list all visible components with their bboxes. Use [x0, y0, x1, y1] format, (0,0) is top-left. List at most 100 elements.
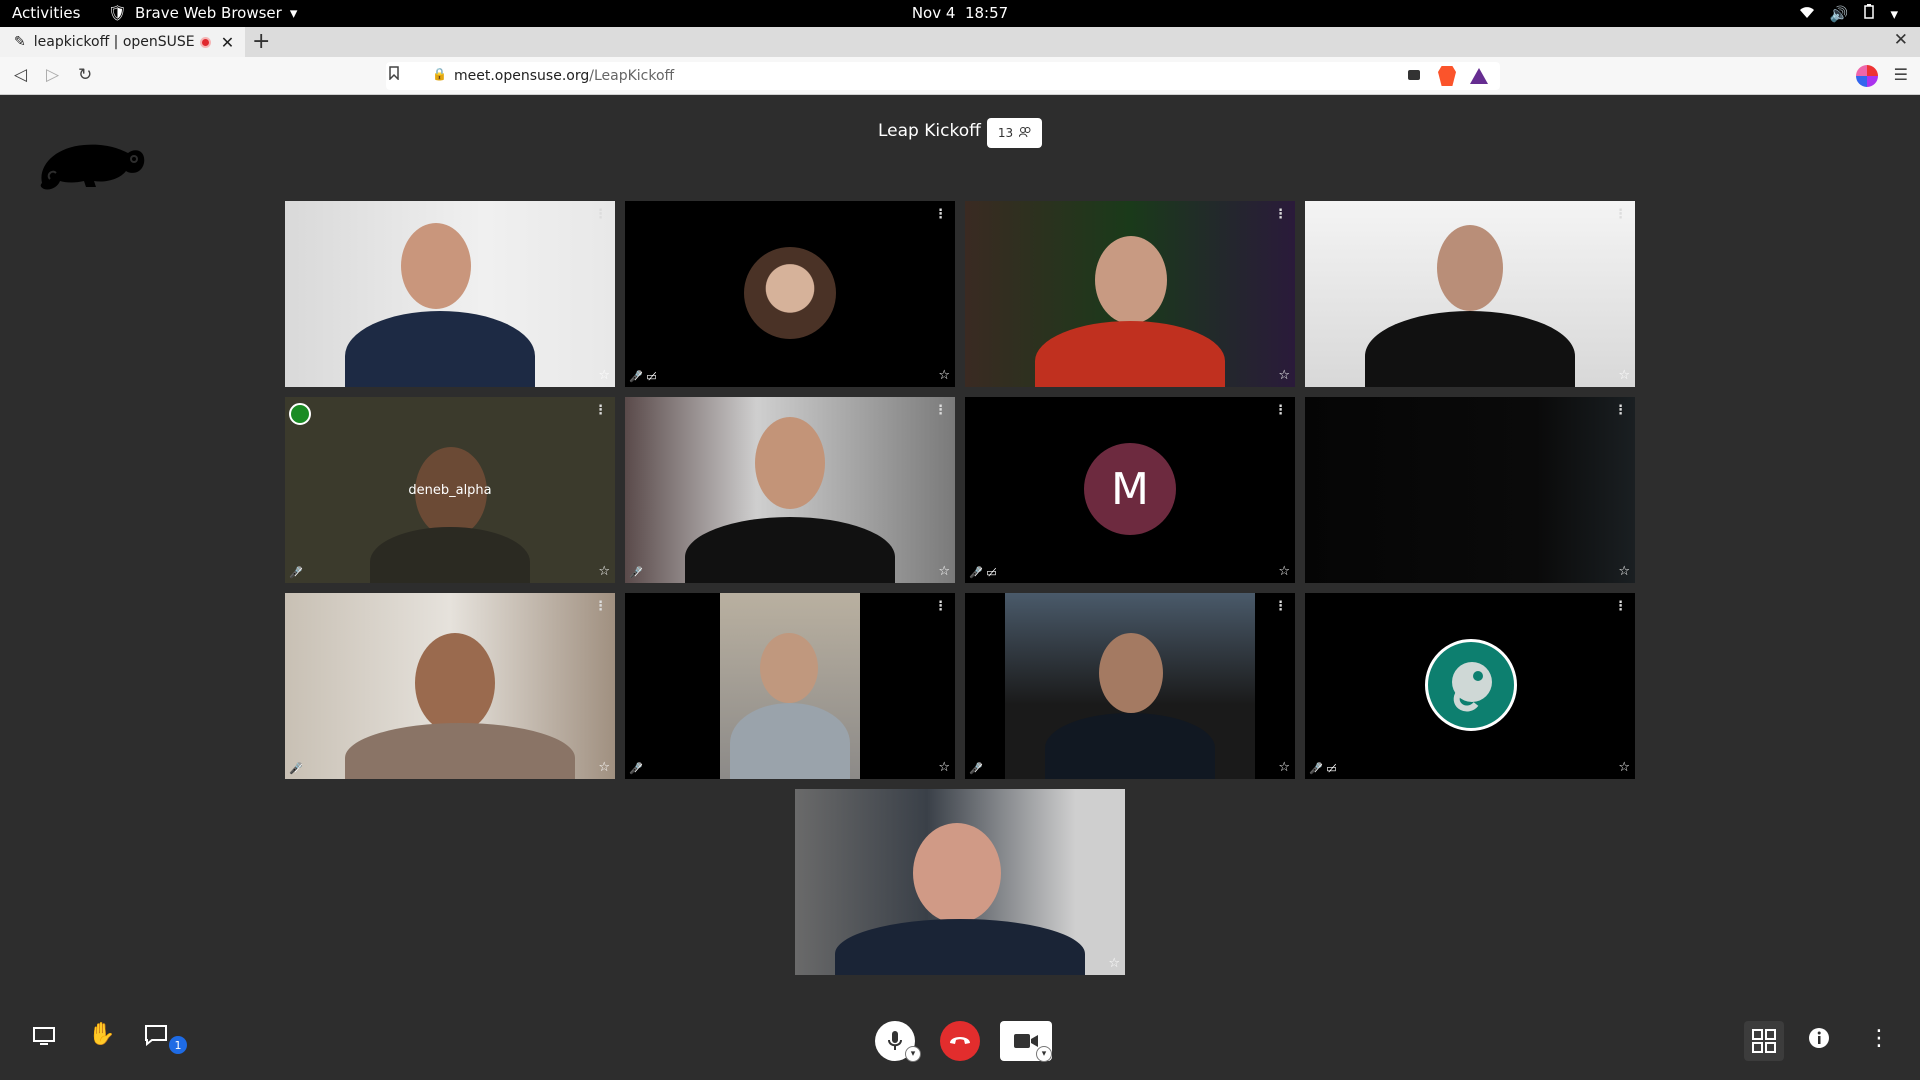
participant-tile[interactable]: ⋮ 🎤̸ ☆: [285, 593, 615, 779]
participant-tile[interactable]: ⋮ ☆: [285, 201, 615, 387]
participant-tile[interactable]: ⋮ 🎤̸ ☆: [965, 593, 1295, 779]
recording-indicator-icon: [199, 36, 211, 48]
participant-video-body: [730, 703, 850, 779]
bookmark-icon[interactable]: [389, 66, 399, 84]
forward-icon[interactable]: ▷: [46, 65, 59, 85]
tile-menu-icon[interactable]: ⋮: [1614, 403, 1627, 418]
clock-time[interactable]: 18:57: [965, 4, 1008, 22]
pin-star-icon[interactable]: ☆: [1278, 368, 1290, 383]
address-bar[interactable]: 🔒 meet.opensuse.org/LeapKickoff: [386, 62, 1500, 90]
pin-star-icon[interactable]: ☆: [938, 760, 950, 775]
mic-muted-icon: 🎤̸: [289, 566, 303, 579]
camera-options-chevron-icon[interactable]: ▾: [1036, 1046, 1052, 1062]
pin-star-icon[interactable]: ☆: [1278, 760, 1290, 775]
info-icon[interactable]: [1808, 1027, 1830, 1055]
participant-tile[interactable]: ⋮ ☆: [1305, 397, 1635, 583]
back-icon[interactable]: ◁: [14, 65, 27, 85]
tile-menu-icon[interactable]: ⋮: [1274, 599, 1287, 614]
url-text[interactable]: meet.opensuse.org/LeapKickoff: [454, 68, 674, 84]
reload-icon[interactable]: ↻: [78, 65, 92, 85]
brave-shields-icon[interactable]: [1438, 66, 1456, 86]
meeting-area: Leap Kickoff 13 ⋮ ☆ ⋮ 🎤̸ ▭̸ ☆ ⋮ ☆ ⋮ ☆ de…: [0, 95, 1920, 1080]
participant-tile[interactable]: ⋮ 🎤̸ ☆: [625, 397, 955, 583]
tile-menu-icon[interactable]: ⋮: [594, 599, 607, 614]
battery-icon[interactable]: [1864, 4, 1875, 23]
participant-video: [1095, 236, 1167, 324]
system-tray[interactable]: 🔊 ▾: [1799, 4, 1898, 23]
tile-view-button[interactable]: [1744, 1021, 1784, 1061]
participant-video-face: [760, 633, 818, 703]
tile-menu-icon[interactable]: ⋮: [934, 207, 947, 222]
tile-menu-icon[interactable]: ⋮: [1274, 207, 1287, 222]
wifi-icon[interactable]: [1799, 5, 1814, 23]
mic-muted-icon: 🎤̸: [969, 762, 983, 775]
more-options-icon[interactable]: ⋮: [1868, 1026, 1890, 1051]
tile-menu-icon[interactable]: ⋮: [934, 403, 947, 418]
tab-active[interactable]: ✎ leapkickoff | openSUSE ✕: [0, 27, 245, 57]
mic-muted-camera-off-icon: 🎤̸ ▭̸: [969, 566, 997, 579]
pin-star-icon[interactable]: ☆: [938, 564, 950, 579]
tab-strip: ✎ leapkickoff | openSUSE ✕ + ✕: [0, 27, 1920, 57]
mic-options-chevron-icon[interactable]: ▾: [905, 1046, 921, 1062]
tile-menu-icon[interactable]: ⋮: [934, 599, 947, 614]
tab-title: leapkickoff | openSUSE: [33, 34, 194, 50]
hangup-button[interactable]: [940, 1021, 980, 1061]
pin-star-icon[interactable]: ☆: [598, 368, 610, 383]
profile-avatar[interactable]: [1856, 65, 1878, 87]
tile-menu-icon[interactable]: ⋮: [1614, 599, 1627, 614]
pin-star-icon[interactable]: ☆: [1618, 760, 1630, 775]
brave-rewards-icon[interactable]: [1470, 68, 1488, 84]
chameleon-icon: [1452, 662, 1492, 712]
pin-star-icon[interactable]: ☆: [1108, 956, 1120, 971]
participant-tile[interactable]: ⋮ ☆: [965, 201, 1295, 387]
pin-star-icon[interactable]: ☆: [938, 368, 950, 383]
local-participant-tile[interactable]: ☆: [795, 789, 1125, 975]
pin-star-icon[interactable]: ☆: [1618, 368, 1630, 383]
participant-count-badge[interactable]: 13: [987, 118, 1042, 148]
connection-quality-icon[interactable]: [289, 403, 311, 425]
tile-menu-icon[interactable]: ⋮: [1614, 207, 1627, 222]
activities-button[interactable]: Activities: [12, 4, 80, 22]
browser-menu-icon[interactable]: ☰: [1894, 65, 1908, 84]
participant-tile[interactable]: ⋮ 🎤̸ ▭̸ ☆: [1305, 593, 1635, 779]
participant-avatar: [744, 247, 836, 339]
participant-tile[interactable]: ⋮ 🎤̸ ▭̸ ☆: [625, 201, 955, 387]
power-menu-chevron-icon[interactable]: ▾: [1890, 5, 1898, 23]
pin-star-icon[interactable]: ☆: [598, 760, 610, 775]
chat-icon[interactable]: [144, 1024, 168, 1052]
app-menu[interactable]: 🛡 Brave Web Browser ▾: [108, 4, 297, 22]
camera-in-use-icon[interactable]: [1408, 70, 1420, 80]
new-tab-button[interactable]: +: [252, 29, 270, 54]
chevron-down-icon: ▾: [289, 4, 298, 22]
participant-video-body: [345, 723, 575, 779]
participant-tile[interactable]: M ⋮ 🎤̸ ▭̸ ☆: [965, 397, 1295, 583]
tile-menu-icon[interactable]: ⋮: [594, 207, 607, 222]
participant-avatar-chameleon: [1425, 639, 1517, 731]
participant-tile[interactable]: ⋮ 🎤̸ ☆: [625, 593, 955, 779]
tab-close-icon[interactable]: ✕: [221, 33, 234, 52]
system-top-bar: Activities 🛡 Brave Web Browser ▾ Nov 4 1…: [0, 0, 1920, 27]
participant-video: [415, 633, 495, 733]
participant-tile[interactable]: ⋮ ☆: [1305, 201, 1635, 387]
tile-menu-icon[interactable]: ⋮: [1274, 403, 1287, 418]
pin-star-icon[interactable]: ☆: [1278, 564, 1290, 579]
screen-share-icon[interactable]: [32, 1026, 56, 1052]
pin-star-icon[interactable]: ☆: [598, 564, 610, 579]
browser-toolbar: ◁ ▷ ↻ 🔒 meet.opensuse.org/LeapKickoff ☰: [0, 57, 1920, 95]
microphone-icon: [888, 1031, 902, 1050]
participant-video: [1005, 593, 1255, 779]
clock-date[interactable]: Nov 4: [912, 4, 956, 22]
pin-star-icon[interactable]: ☆: [1618, 564, 1630, 579]
participant-tile[interactable]: deneb_alpha ⋮ 🎤̸ ☆: [285, 397, 615, 583]
app-name: Brave Web Browser: [135, 4, 282, 22]
lock-icon[interactable]: 🔒: [432, 67, 447, 81]
volume-icon[interactable]: 🔊: [1830, 5, 1849, 23]
close-window-button[interactable]: ✕: [1894, 30, 1908, 50]
mic-muted-icon: 🎤̸: [629, 566, 643, 579]
participant-video-body: [345, 311, 535, 387]
brave-icon: 🛡: [108, 4, 128, 22]
participant-video-face: [1099, 633, 1163, 713]
participant-video-body: [1365, 311, 1575, 387]
raise-hand-icon[interactable]: ✋: [88, 1022, 115, 1047]
tile-menu-icon[interactable]: ⋮: [594, 403, 607, 418]
